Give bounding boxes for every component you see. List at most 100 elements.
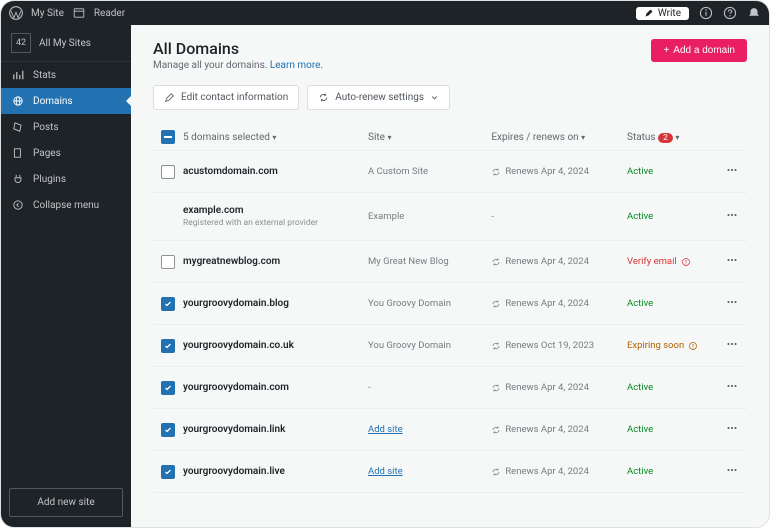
renewal-date: Renews Apr 4, 2024 <box>491 382 627 393</box>
status-label: Active <box>627 466 717 477</box>
row-checkbox[interactable] <box>161 465 175 479</box>
plus-icon: + <box>663 45 669 56</box>
page-subtitle: Manage all your domains. Learn more. <box>153 60 323 71</box>
add-domain-button[interactable]: + Add a domain <box>651 39 747 62</box>
add-domain-label: Add a domain <box>673 45 735 56</box>
renewal-date: Renews Apr 4, 2024 <box>491 424 627 435</box>
column-status-sort[interactable]: Status 2 ▾ <box>627 132 717 143</box>
row-actions-menu[interactable] <box>725 421 739 438</box>
row-actions-menu[interactable] <box>725 163 739 180</box>
domain-row: mygreatnewblog.comMy Great New BlogRenew… <box>153 240 747 282</box>
reader-link[interactable]: Reader <box>94 8 125 19</box>
site-name: My Great New Blog <box>368 256 491 267</box>
sidebar-item-stats[interactable]: Stats <box>1 62 131 88</box>
domain-row: yourgroovydomain.co.ukYou Groovy DomainR… <box>153 324 747 366</box>
row-actions-menu[interactable] <box>725 295 739 312</box>
sidebar-item-plugins[interactable]: Plugins <box>1 166 131 192</box>
autorenew-label: Auto-renew settings <box>335 92 424 103</box>
refresh-icon <box>491 383 501 393</box>
all-sites-label: All My Sites <box>39 38 91 49</box>
col-status-label: Status <box>627 132 656 143</box>
chevron-down-icon: ▾ <box>387 133 391 142</box>
refresh-icon <box>491 425 501 435</box>
row-checkbox[interactable] <box>161 165 175 179</box>
site-name: Example <box>368 211 491 222</box>
learn-more-link[interactable]: Learn more. <box>270 60 323 71</box>
status-count-badge: 2 <box>658 133 673 143</box>
domain-name[interactable]: yourgroovydomain.blog <box>183 298 368 309</box>
domain-row: yourgroovydomain.blogYou Groovy DomainRe… <box>153 282 747 324</box>
row-actions-menu[interactable] <box>725 379 739 396</box>
domains-icon <box>11 94 25 108</box>
row-actions-menu[interactable] <box>725 337 739 354</box>
sidebar-item-domains[interactable]: Domains <box>1 88 131 114</box>
select-all-checkbox[interactable] <box>161 130 175 144</box>
domain-name[interactable]: yourgroovydomain.link <box>183 424 368 435</box>
sidebar-item-label: Posts <box>33 122 59 133</box>
status-label: Active <box>627 166 717 177</box>
domain-name[interactable]: yourgroovydomain.live <box>183 466 368 477</box>
add-site-link[interactable]: Add site <box>368 424 403 435</box>
domain-name[interactable]: acustomdomain.com <box>183 166 368 177</box>
edit-contact-button[interactable]: Edit contact information <box>153 85 299 110</box>
notifications-icon[interactable] <box>747 6 761 20</box>
row-actions-menu[interactable] <box>725 208 739 225</box>
domain-row: example.comRegistered with an external p… <box>153 192 747 240</box>
page-title: All Domains <box>153 39 323 58</box>
status-label: Expiring soon <box>627 340 717 351</box>
sidebar-item-pages[interactable]: Pages <box>1 140 131 166</box>
add-site-link[interactable]: Add site <box>368 466 403 477</box>
sidebar-item-posts[interactable]: Posts <box>1 114 131 140</box>
sidebar-item-label: Collapse menu <box>33 200 99 211</box>
renewal-date: Renews Apr 4, 2024 <box>491 466 627 477</box>
write-button[interactable]: Write <box>636 7 689 20</box>
refresh-icon <box>491 299 501 309</box>
help-icon[interactable] <box>723 6 737 20</box>
site-name: You Groovy Domain <box>368 298 491 309</box>
collapse-icon <box>11 198 25 212</box>
selected-count-dropdown[interactable]: 5 domains selected ▾ <box>183 132 368 143</box>
domain-name[interactable]: yourgroovydomain.co.uk <box>183 340 368 351</box>
row-checkbox[interactable] <box>161 423 175 437</box>
edit-contact-label: Edit contact information <box>181 92 288 103</box>
pages-icon <box>11 146 25 160</box>
add-new-site-button[interactable]: Add new site <box>9 488 123 517</box>
col-expires-label: Expires / renews on <box>491 132 578 143</box>
column-expires-sort[interactable]: Expires / renews on ▾ <box>491 132 627 143</box>
site-name: - <box>368 382 491 393</box>
posts-icon <box>11 120 25 134</box>
row-checkbox[interactable] <box>161 339 175 353</box>
renewal-date: Renews Apr 4, 2024 <box>491 256 627 267</box>
subtitle-text: Manage all your domains. <box>153 60 270 71</box>
row-actions-menu[interactable] <box>725 253 739 270</box>
domain-name[interactable]: mygreatnewblog.com <box>183 256 368 267</box>
status-label: Active <box>627 298 717 309</box>
row-checkbox[interactable] <box>161 381 175 395</box>
refresh-icon <box>491 467 501 477</box>
autorenew-settings-button[interactable]: Auto-renew settings <box>307 85 450 110</box>
info-icon[interactable] <box>699 6 713 20</box>
all-sites-switcher[interactable]: 42 All My Sites <box>1 25 131 62</box>
content-area: All Domains Manage all your domains. Lea… <box>131 25 769 527</box>
chevron-down-icon: ▾ <box>272 133 276 142</box>
status-label: Active <box>627 382 717 393</box>
domain-name[interactable]: yourgroovydomain.com <box>183 382 368 393</box>
domain-name[interactable]: example.com <box>183 205 368 216</box>
sidebar-item-label: Stats <box>33 70 56 81</box>
refresh-icon <box>491 341 501 351</box>
refresh-icon <box>318 92 329 103</box>
alert-icon <box>688 341 698 351</box>
row-checkbox[interactable] <box>161 297 175 311</box>
mysite-link[interactable]: My Site <box>31 8 64 19</box>
sidebar-item-collapse[interactable]: Collapse menu <box>1 192 131 218</box>
renewal-date: Renews Oct 19, 2023 <box>491 340 627 351</box>
chevron-down-icon: ▾ <box>581 133 585 142</box>
row-checkbox[interactable] <box>161 255 175 269</box>
status-label: Active <box>627 424 717 435</box>
wordpress-logo-icon[interactable] <box>9 6 23 20</box>
row-actions-menu[interactable] <box>725 463 739 480</box>
column-site-sort[interactable]: Site ▾ <box>368 132 491 143</box>
col-site-label: Site <box>368 132 385 143</box>
selected-count-label: 5 domains selected <box>183 132 270 143</box>
pencil-icon <box>164 92 175 103</box>
